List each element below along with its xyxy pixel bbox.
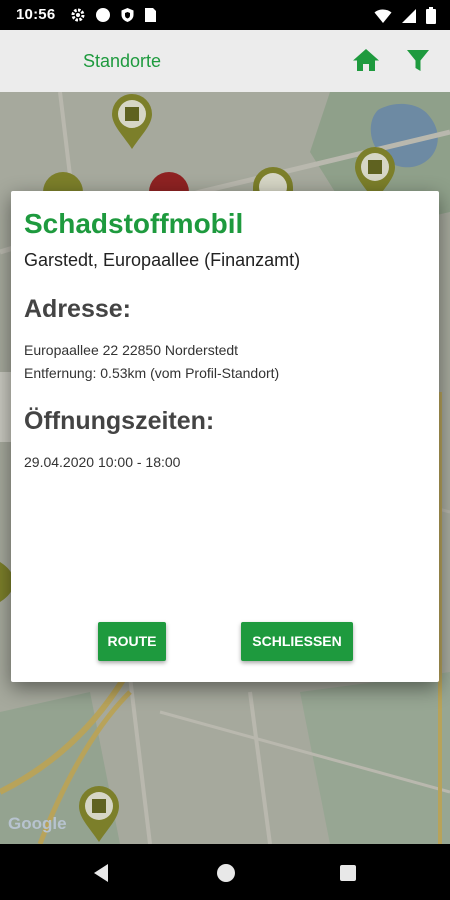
sim-icon — [145, 8, 156, 22]
shield-icon — [121, 8, 134, 22]
status-icons-right — [374, 7, 436, 24]
system-nav-bar — [0, 844, 450, 900]
map-pin-icon[interactable] — [146, 172, 192, 192]
location-dialog: Schadstoffmobil Garstedt, Europaallee (F… — [11, 191, 439, 682]
battery-icon — [426, 7, 436, 24]
map-pin-icon[interactable] — [109, 92, 155, 150]
status-icons-left — [70, 7, 157, 23]
page-title: Standorte — [83, 51, 162, 71]
address-line: Europaallee 22 22850 Norderstedt — [24, 342, 239, 358]
hours-line: 29.04.2020 10:00 - 18:00 — [24, 454, 181, 470]
gear-icon — [71, 8, 85, 22]
app-bar: Standorte — [0, 30, 450, 92]
map-pin-icon[interactable] — [40, 172, 86, 192]
status-time: 10:56 — [16, 6, 56, 23]
route-button[interactable]: ROUTE — [98, 622, 166, 661]
home-icon[interactable] — [352, 48, 380, 72]
status-bar: 10:56 — [0, 0, 450, 30]
circle-icon — [96, 8, 110, 22]
address-heading: Adresse: — [24, 295, 131, 323]
dialog-title: Schadstoffmobil — [24, 208, 244, 239]
cell-signal-icon — [402, 8, 416, 23]
map-pin-icon[interactable] — [76, 782, 122, 844]
map-attribution: Google — [8, 814, 67, 833]
distance-line: Entfernung: 0.53km (vom Profil-Standort) — [24, 365, 280, 381]
back-icon[interactable] — [92, 863, 110, 883]
dialog-subtitle: Garstedt, Europaallee (Finanzamt) — [24, 250, 301, 270]
wifi-icon — [374, 9, 392, 23]
recents-icon[interactable] — [339, 864, 357, 882]
home-button-icon[interactable] — [216, 863, 236, 883]
filter-icon[interactable] — [406, 49, 430, 73]
hours-heading: Öffnungszeiten: — [24, 407, 215, 435]
close-button[interactable]: SCHLIESSEN — [241, 622, 353, 661]
